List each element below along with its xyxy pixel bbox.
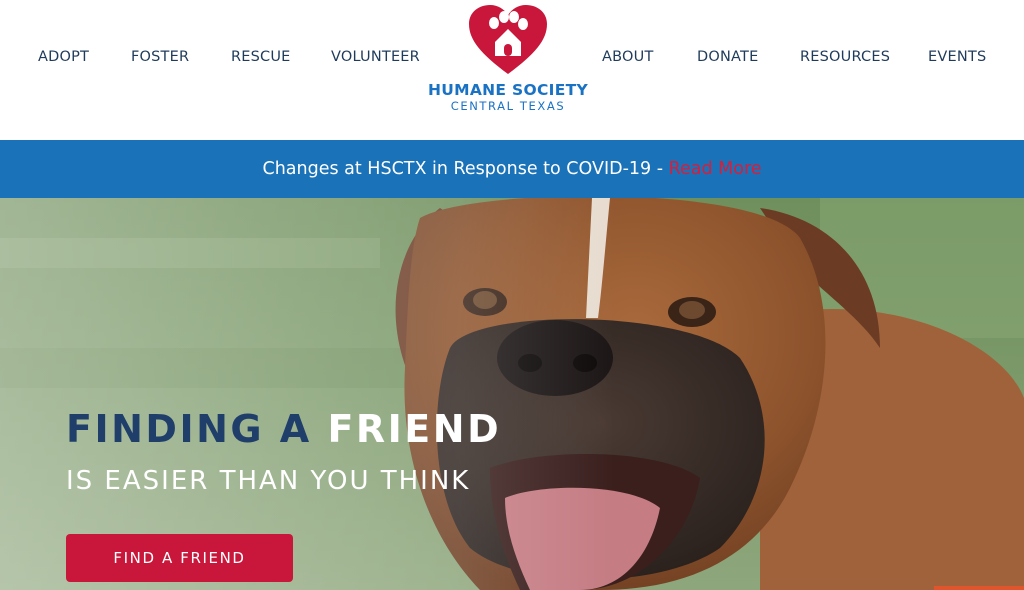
hero-headline: FINDING A FRIEND <box>66 407 501 451</box>
nav-rescue[interactable]: RESCUE <box>231 49 291 65</box>
nav-volunteer[interactable]: VOLUNTEER <box>331 49 420 65</box>
corner-accent <box>934 586 1024 590</box>
boxer-dog-photo <box>0 198 1024 590</box>
nav-foster[interactable]: FOSTER <box>131 49 189 65</box>
logo-name: HUMANE SOCIETY <box>427 81 588 99</box>
hero-section: FINDING A FRIEND IS EASIER THAN YOU THIN… <box>0 198 1024 590</box>
covid-banner: Changes at HSCTX in Response to COVID-19… <box>0 140 1024 198</box>
nav-resources[interactable]: RESOURCES <box>800 49 890 65</box>
site-logo[interactable]: HUMANE SOCIETY CENTRAL TEXAS <box>418 4 598 114</box>
hero-headline-part2: FRIEND <box>327 407 502 451</box>
site-header: ADOPT FOSTER RESCUE VOLUNTEER HUMANE SOC… <box>0 0 1024 140</box>
nav-events[interactable]: EVENTS <box>928 49 986 65</box>
heart-paw-house-icon <box>469 5 547 74</box>
banner-text: Changes at HSCTX in Response to COVID-19… <box>262 159 669 179</box>
find-a-friend-button[interactable]: FIND A FRIEND <box>66 534 293 582</box>
nav-adopt[interactable]: ADOPT <box>38 49 89 65</box>
hero-headline-part1: FINDING A <box>66 407 328 451</box>
logo-subtitle: CENTRAL TEXAS <box>450 99 566 113</box>
hero-subheadline: IS EASIER THAN YOU THINK <box>66 466 471 496</box>
read-more-link[interactable]: Read More <box>669 159 762 179</box>
nav-about[interactable]: ABOUT <box>602 49 654 65</box>
nav-donate[interactable]: DONATE <box>697 49 758 65</box>
